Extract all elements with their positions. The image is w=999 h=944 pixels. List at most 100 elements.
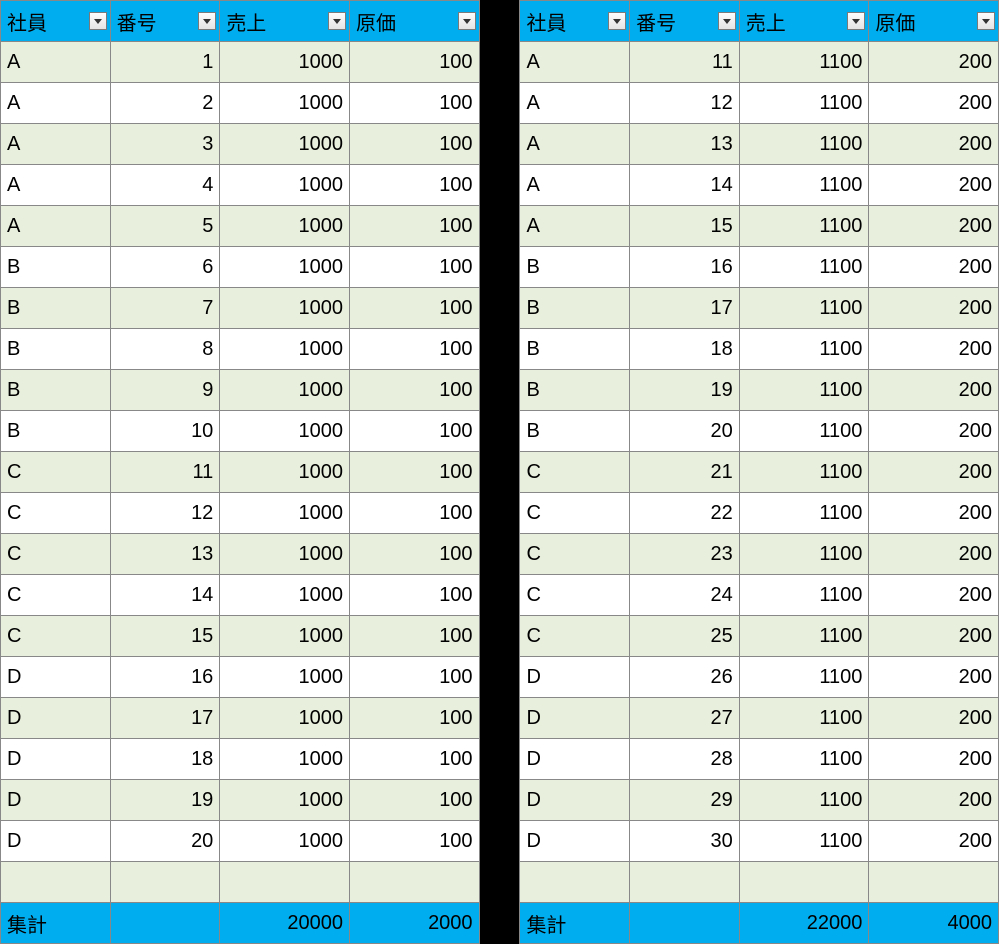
cell-sales[interactable]: 1000 bbox=[220, 83, 350, 124]
cell-number[interactable]: 9 bbox=[110, 370, 220, 411]
cell-employee[interactable]: D bbox=[520, 780, 630, 821]
cell-number[interactable]: 29 bbox=[630, 780, 740, 821]
total-cost[interactable]: 4000 bbox=[869, 903, 999, 944]
total-cost[interactable]: 2000 bbox=[349, 903, 479, 944]
cell-employee[interactable]: D bbox=[1, 657, 111, 698]
cell-cost[interactable]: 100 bbox=[349, 493, 479, 534]
cell-cost[interactable]: 200 bbox=[869, 534, 999, 575]
blank-cell[interactable] bbox=[220, 862, 350, 903]
blank-cell[interactable] bbox=[1, 862, 111, 903]
cell-number[interactable]: 18 bbox=[110, 739, 220, 780]
cell-employee[interactable]: A bbox=[1, 83, 111, 124]
cell-cost[interactable]: 200 bbox=[869, 698, 999, 739]
cell-number[interactable]: 20 bbox=[630, 411, 740, 452]
cell-sales[interactable]: 1000 bbox=[220, 124, 350, 165]
cell-number[interactable]: 30 bbox=[630, 821, 740, 862]
cell-number[interactable]: 25 bbox=[630, 616, 740, 657]
cell-sales[interactable]: 1000 bbox=[220, 739, 350, 780]
header-cost[interactable]: 原価 bbox=[349, 1, 479, 42]
cell-cost[interactable]: 200 bbox=[869, 42, 999, 83]
cell-employee[interactable]: A bbox=[1, 165, 111, 206]
cell-number[interactable]: 6 bbox=[110, 247, 220, 288]
cell-employee[interactable]: A bbox=[520, 165, 630, 206]
cell-number[interactable]: 18 bbox=[630, 329, 740, 370]
cell-sales[interactable]: 1000 bbox=[220, 780, 350, 821]
cell-sales[interactable]: 1000 bbox=[220, 370, 350, 411]
header-number[interactable]: 番号 bbox=[110, 1, 220, 42]
filter-dropdown-icon[interactable] bbox=[608, 12, 626, 30]
cell-cost[interactable]: 100 bbox=[349, 124, 479, 165]
filter-dropdown-icon[interactable] bbox=[328, 12, 346, 30]
cell-employee[interactable]: C bbox=[1, 534, 111, 575]
cell-employee[interactable]: B bbox=[1, 288, 111, 329]
header-employee[interactable]: 社員 bbox=[520, 1, 630, 42]
cell-sales[interactable]: 1100 bbox=[739, 124, 869, 165]
total-label[interactable]: 集計 bbox=[520, 903, 630, 944]
cell-cost[interactable]: 200 bbox=[869, 288, 999, 329]
cell-cost[interactable]: 200 bbox=[869, 780, 999, 821]
cell-number[interactable]: 14 bbox=[110, 575, 220, 616]
cell-number[interactable]: 20 bbox=[110, 821, 220, 862]
cell-sales[interactable]: 1000 bbox=[220, 329, 350, 370]
cell-cost[interactable]: 100 bbox=[349, 206, 479, 247]
cell-cost[interactable]: 100 bbox=[349, 657, 479, 698]
cell-cost[interactable]: 200 bbox=[869, 83, 999, 124]
cell-sales[interactable]: 1100 bbox=[739, 698, 869, 739]
cell-cost[interactable]: 200 bbox=[869, 329, 999, 370]
cell-employee[interactable]: D bbox=[1, 780, 111, 821]
cell-employee[interactable]: A bbox=[1, 206, 111, 247]
cell-sales[interactable]: 1100 bbox=[739, 739, 869, 780]
cell-number[interactable]: 19 bbox=[110, 780, 220, 821]
cell-employee[interactable]: C bbox=[520, 452, 630, 493]
cell-sales[interactable]: 1100 bbox=[739, 821, 869, 862]
cell-employee[interactable]: B bbox=[1, 329, 111, 370]
cell-employee[interactable]: C bbox=[1, 493, 111, 534]
cell-cost[interactable]: 200 bbox=[869, 452, 999, 493]
cell-employee[interactable]: D bbox=[520, 821, 630, 862]
cell-employee[interactable]: A bbox=[520, 206, 630, 247]
cell-employee[interactable]: C bbox=[520, 616, 630, 657]
filter-dropdown-icon[interactable] bbox=[847, 12, 865, 30]
cell-sales[interactable]: 1100 bbox=[739, 83, 869, 124]
cell-number[interactable]: 5 bbox=[110, 206, 220, 247]
cell-cost[interactable]: 200 bbox=[869, 206, 999, 247]
cell-employee[interactable]: C bbox=[1, 616, 111, 657]
cell-cost[interactable]: 100 bbox=[349, 329, 479, 370]
cell-sales[interactable]: 1100 bbox=[739, 411, 869, 452]
total-number[interactable] bbox=[110, 903, 220, 944]
cell-cost[interactable]: 200 bbox=[869, 616, 999, 657]
cell-cost[interactable]: 100 bbox=[349, 452, 479, 493]
cell-cost[interactable]: 100 bbox=[349, 616, 479, 657]
cell-cost[interactable]: 100 bbox=[349, 780, 479, 821]
cell-sales[interactable]: 1000 bbox=[220, 657, 350, 698]
cell-sales[interactable]: 1100 bbox=[739, 370, 869, 411]
header-sales[interactable]: 売上 bbox=[739, 1, 869, 42]
cell-employee[interactable]: D bbox=[520, 698, 630, 739]
cell-number[interactable]: 27 bbox=[630, 698, 740, 739]
cell-employee[interactable]: C bbox=[1, 452, 111, 493]
cell-sales[interactable]: 1000 bbox=[220, 165, 350, 206]
cell-number[interactable]: 2 bbox=[110, 83, 220, 124]
cell-number[interactable]: 23 bbox=[630, 534, 740, 575]
cell-employee[interactable]: C bbox=[1, 575, 111, 616]
cell-employee[interactable]: A bbox=[520, 124, 630, 165]
total-sales[interactable]: 22000 bbox=[739, 903, 869, 944]
cell-cost[interactable]: 100 bbox=[349, 370, 479, 411]
cell-employee[interactable]: B bbox=[1, 247, 111, 288]
cell-sales[interactable]: 1100 bbox=[739, 329, 869, 370]
cell-sales[interactable]: 1000 bbox=[220, 616, 350, 657]
cell-number[interactable]: 22 bbox=[630, 493, 740, 534]
header-number[interactable]: 番号 bbox=[630, 1, 740, 42]
cell-employee[interactable]: A bbox=[520, 83, 630, 124]
cell-sales[interactable]: 1000 bbox=[220, 288, 350, 329]
cell-cost[interactable]: 200 bbox=[869, 493, 999, 534]
cell-number[interactable]: 14 bbox=[630, 165, 740, 206]
cell-number[interactable]: 24 bbox=[630, 575, 740, 616]
cell-number[interactable]: 10 bbox=[110, 411, 220, 452]
cell-sales[interactable]: 1000 bbox=[220, 411, 350, 452]
cell-cost[interactable]: 100 bbox=[349, 821, 479, 862]
filter-dropdown-icon[interactable] bbox=[458, 12, 476, 30]
cell-employee[interactable]: B bbox=[520, 288, 630, 329]
cell-number[interactable]: 28 bbox=[630, 739, 740, 780]
cell-employee[interactable]: D bbox=[1, 739, 111, 780]
